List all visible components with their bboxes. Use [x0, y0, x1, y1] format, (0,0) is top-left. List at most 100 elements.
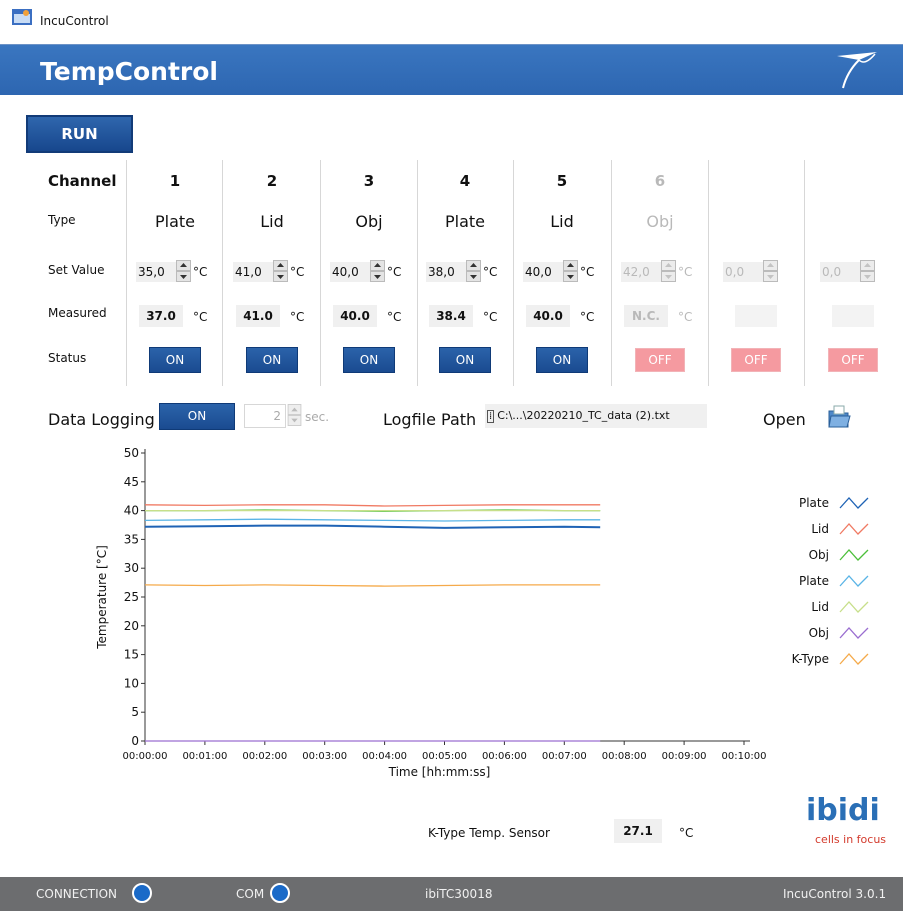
window-titlebar: IncuControl: [0, 0, 903, 44]
logging-interval-input[interactable]: 2: [244, 404, 286, 428]
row-label-channel: Channel: [48, 172, 117, 190]
data-logging-label: Data Logging: [48, 410, 155, 429]
legend-label: Obj: [809, 548, 829, 562]
measured-value-empty: [832, 305, 874, 327]
set-value-spinner[interactable]: [563, 260, 578, 282]
x-tick-label: 00:09:00: [662, 751, 707, 762]
logfile-path-label: Logfile Path: [383, 410, 477, 429]
set-value-unit: °C: [193, 265, 208, 279]
set-value-input[interactable]: 41,0: [233, 262, 273, 282]
com-label: COM: [236, 887, 265, 901]
app-header: TempControl: [0, 44, 903, 95]
interval-spinner[interactable]: [287, 404, 302, 426]
ibidi-logo: ibidi cells in focus: [800, 789, 890, 853]
set-value-input[interactable]: 40,0: [330, 262, 370, 282]
x-tick-label: 00:02:00: [242, 751, 287, 762]
measured-unit: °C: [580, 310, 595, 324]
channel-type: Plate: [444, 212, 485, 231]
column-divider: [804, 160, 805, 386]
device-id: ibiTC30018: [425, 887, 493, 901]
channel-type: Plate: [154, 212, 195, 231]
data-logging-toggle[interactable]: ON: [159, 403, 235, 430]
channel-status-toggle[interactable]: OFF: [731, 348, 781, 372]
interval-unit: sec.: [305, 410, 330, 424]
legend-swatch: [839, 497, 869, 509]
logfile-path-field[interactable]: ⁞ C:\...\20220210_TC_data (2).txt: [485, 404, 707, 428]
x-tick-label: 00:06:00: [482, 751, 527, 762]
channel-status-toggle[interactable]: OFF: [828, 348, 878, 372]
column-divider: [126, 160, 127, 386]
open-label: Open: [763, 410, 806, 429]
column-divider: [417, 160, 418, 386]
channel-status-toggle[interactable]: ON: [343, 347, 395, 373]
channel-number: 1: [169, 172, 181, 190]
channel-type: Lid: [550, 212, 574, 231]
set-value-input[interactable]: 42,0: [621, 262, 661, 282]
logfile-path-value: C:\...\20220210_TC_data (2).txt: [497, 409, 670, 422]
channel-type: Obj: [646, 212, 674, 231]
set-value-spinner[interactable]: [176, 260, 191, 282]
set-value-spinner[interactable]: [661, 260, 676, 282]
set-value-unit: °C: [580, 265, 595, 279]
channel-status-toggle[interactable]: ON: [536, 347, 588, 373]
x-tick-label: 00:01:00: [182, 751, 227, 762]
path-browse-icon: ⁞: [487, 410, 495, 423]
y-tick-label: 45: [124, 475, 139, 489]
channel-status-toggle[interactable]: ON: [149, 347, 201, 373]
legend-label: Lid: [811, 600, 829, 614]
legend-swatch: [839, 653, 869, 665]
x-tick-label: 00:10:00: [722, 751, 767, 762]
brand-tagline: cells in focus: [815, 833, 887, 846]
channel-status-toggle[interactable]: ON: [246, 347, 298, 373]
channel-status-toggle[interactable]: ON: [439, 347, 491, 373]
brand-name: ibidi: [806, 793, 880, 828]
set-value-spinner[interactable]: [466, 260, 481, 282]
measured-value: 41.0: [236, 305, 280, 327]
measured-unit: °C: [483, 310, 498, 324]
column-divider: [513, 160, 514, 386]
set-value-unit: °C: [387, 265, 402, 279]
channel-type: Obj: [355, 212, 383, 231]
set-value-spinner[interactable]: [370, 260, 385, 282]
set-value-unit: °C: [483, 265, 498, 279]
y-tick-label: 25: [124, 590, 139, 604]
y-tick-label: 10: [124, 676, 139, 690]
legend-swatch: [839, 627, 869, 639]
channel-status-toggle[interactable]: OFF: [635, 348, 685, 372]
set-value-spinner[interactable]: [273, 260, 288, 282]
set-value-input[interactable]: 0,0: [820, 262, 860, 282]
legend-swatch: [839, 549, 869, 561]
column-divider: [611, 160, 612, 386]
connection-label: CONNECTION: [36, 887, 118, 901]
set-value-input[interactable]: 38,0: [426, 262, 466, 282]
legend-label: K-Type: [792, 652, 829, 666]
row-label-type: Type: [48, 213, 76, 227]
run-button[interactable]: RUN: [26, 115, 133, 153]
chart-axes: 0 5 10 15 20 25 30 35 40 45 50 00:00:00 00:01:00 00:0…: [95, 446, 766, 779]
set-value-unit: °C: [678, 265, 693, 279]
x-tick-label: 00:08:00: [602, 751, 647, 762]
y-tick-label: 35: [124, 532, 139, 546]
y-tick-label: 0: [131, 734, 139, 748]
row-label-set-value: Set Value: [48, 263, 105, 277]
measured-value: 38.4: [429, 305, 473, 327]
measured-value: 40.0: [526, 305, 570, 327]
y-tick-label: 15: [124, 648, 139, 662]
x-tick-label: 00:00:00: [123, 751, 168, 762]
set-value-input[interactable]: 40,0: [523, 262, 563, 282]
set-value-spinner[interactable]: [860, 260, 875, 282]
y-tick-label: 5: [131, 705, 139, 719]
set-value-input[interactable]: 0,0: [723, 262, 763, 282]
measured-unit: °C: [193, 310, 208, 324]
set-value-spinner[interactable]: [763, 260, 778, 282]
measured-value: 37.0: [139, 305, 183, 327]
folder-open-icon[interactable]: [826, 404, 852, 430]
set-value-unit: °C: [290, 265, 305, 279]
ktype-sensor-unit: °C: [679, 826, 694, 840]
column-divider: [320, 160, 321, 386]
measured-unit: °C: [290, 310, 305, 324]
set-value-input[interactable]: 35,0: [136, 262, 176, 282]
series-line-plate: [144, 524, 601, 529]
connection-indicator: [132, 883, 152, 903]
channel-number: 4: [459, 172, 471, 190]
